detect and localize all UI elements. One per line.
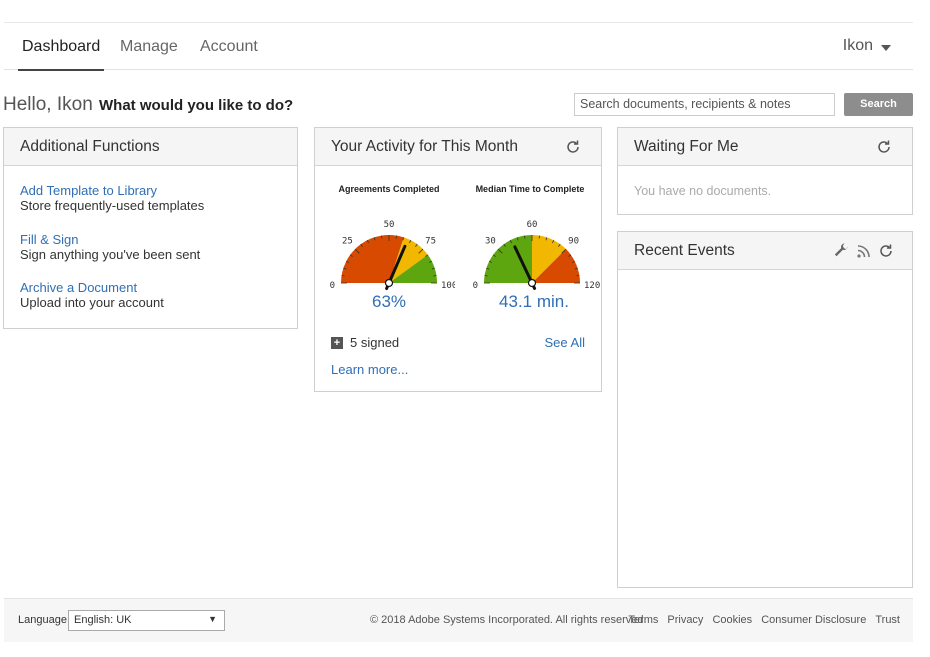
dropdown-arrow-icon: ▼ bbox=[208, 614, 217, 624]
gauge-value: 43.1 min. bbox=[499, 292, 569, 311]
gauge-tick-label: 0 bbox=[473, 281, 478, 291]
chevron-down-icon bbox=[881, 44, 891, 51]
gauge-tick-label: 120 bbox=[584, 281, 600, 291]
gauge-hub bbox=[384, 278, 394, 288]
footer-link-terms[interactable]: Terms bbox=[628, 614, 658, 626]
gauge-title: Median Time to Complete bbox=[475, 184, 585, 194]
language-select[interactable]: English: UK ▼ bbox=[68, 610, 225, 631]
function-item: Add Template to Library Store frequently… bbox=[20, 183, 204, 213]
agreements-gauge: 0 25 50 75 100 bbox=[330, 220, 455, 291]
user-menu[interactable]: Ikon bbox=[843, 37, 891, 55]
function-item: Fill & Sign Sign anything you've been se… bbox=[20, 232, 200, 262]
search-input[interactable]: Search documents, recipients & notes bbox=[574, 93, 835, 116]
language-label: Language bbox=[18, 614, 67, 626]
footer-link-privacy[interactable]: Privacy bbox=[667, 614, 703, 626]
tab-dashboard[interactable]: Dashboard bbox=[17, 38, 105, 71]
gauge-tick-label: 50 bbox=[384, 220, 395, 230]
user-name: Ikon bbox=[842, 37, 873, 54]
refresh-icon[interactable] bbox=[565, 139, 581, 155]
additional-functions-panel: Additional Functions Add Template to Lib… bbox=[3, 127, 298, 329]
search-button[interactable]: Search bbox=[844, 93, 913, 116]
empty-message: You have no documents. bbox=[634, 184, 772, 198]
panel-title: Additional Functions bbox=[4, 128, 297, 166]
gauge-tick-label: 60 bbox=[527, 220, 538, 230]
footer-link-consumer-disclosure[interactable]: Consumer Disclosure bbox=[761, 614, 866, 626]
panel-title: Your Activity for This Month bbox=[315, 128, 601, 166]
gauge-tick-label: 100 bbox=[441, 281, 455, 291]
footer-link-cookies[interactable]: Cookies bbox=[712, 614, 752, 626]
gauge-value: 63% bbox=[371, 292, 407, 311]
gauge-tick-label: 75 bbox=[425, 236, 436, 246]
language-value: English: UK bbox=[74, 614, 132, 626]
median-time-gauge: 0 30 60 90 120 bbox=[473, 220, 601, 291]
function-desc: Store frequently-used templates bbox=[20, 198, 205, 213]
tab-account[interactable]: Account bbox=[200, 38, 258, 56]
gauge-tick-label: 25 bbox=[342, 236, 353, 246]
footer-link-trust[interactable]: Trust bbox=[875, 614, 900, 626]
greeting-question: What would you like to do? bbox=[99, 97, 294, 114]
activity-panel: Your Activity for This Month Agreements … bbox=[314, 127, 602, 392]
activity-title: Your Activity for This Month bbox=[331, 138, 518, 155]
waiting-title: Waiting For Me bbox=[634, 138, 739, 155]
recent-events-panel: Recent Events bbox=[617, 231, 913, 588]
see-all-link[interactable]: See All bbox=[545, 335, 585, 350]
tab-manage[interactable]: Manage bbox=[120, 38, 178, 56]
signed-row[interactable]: + 5 signed bbox=[331, 335, 399, 350]
gauge-tick-label: 90 bbox=[568, 236, 579, 246]
refresh-icon[interactable] bbox=[878, 243, 894, 259]
gauge-hub bbox=[527, 278, 537, 288]
add-template-link[interactable]: Add Template to Library bbox=[20, 183, 204, 198]
footer-links: Terms Privacy Cookies Consumer Disclosur… bbox=[628, 614, 900, 626]
archive-document-link[interactable]: Archive a Document bbox=[20, 280, 164, 295]
waiting-for-me-panel: Waiting For Me You have no documents. bbox=[617, 127, 913, 215]
gauge-tick-label: 30 bbox=[485, 236, 496, 246]
footer: Language English: UK ▼ © 2018 Adobe Syst… bbox=[4, 598, 913, 642]
signed-count: 5 signed bbox=[350, 335, 400, 350]
wrench-icon[interactable] bbox=[834, 243, 850, 259]
function-item: Archive a Document Upload into your acco… bbox=[20, 280, 164, 310]
events-title: Recent Events bbox=[634, 242, 735, 259]
function-desc: Upload into your account bbox=[20, 295, 164, 310]
top-nav: Dashboard Manage Account Ikon bbox=[4, 22, 913, 71]
copyright: © 2018 Adobe Systems Incorporated. All r… bbox=[370, 614, 647, 626]
panel-title: Waiting For Me bbox=[618, 128, 912, 166]
refresh-icon[interactable] bbox=[876, 139, 892, 155]
rss-icon[interactable] bbox=[856, 243, 872, 259]
gauge-title: Agreements Completed bbox=[338, 184, 440, 194]
gauge-tick-label: 0 bbox=[330, 281, 335, 291]
panel-title: Recent Events bbox=[618, 232, 912, 270]
expand-plus-icon: + bbox=[331, 336, 343, 349]
learn-more-link[interactable]: Learn more... bbox=[331, 362, 408, 377]
function-desc: Sign anything you've been sent bbox=[20, 247, 201, 262]
fill-sign-link[interactable]: Fill & Sign bbox=[20, 232, 200, 247]
greeting: Hello, Ikon bbox=[3, 94, 93, 115]
